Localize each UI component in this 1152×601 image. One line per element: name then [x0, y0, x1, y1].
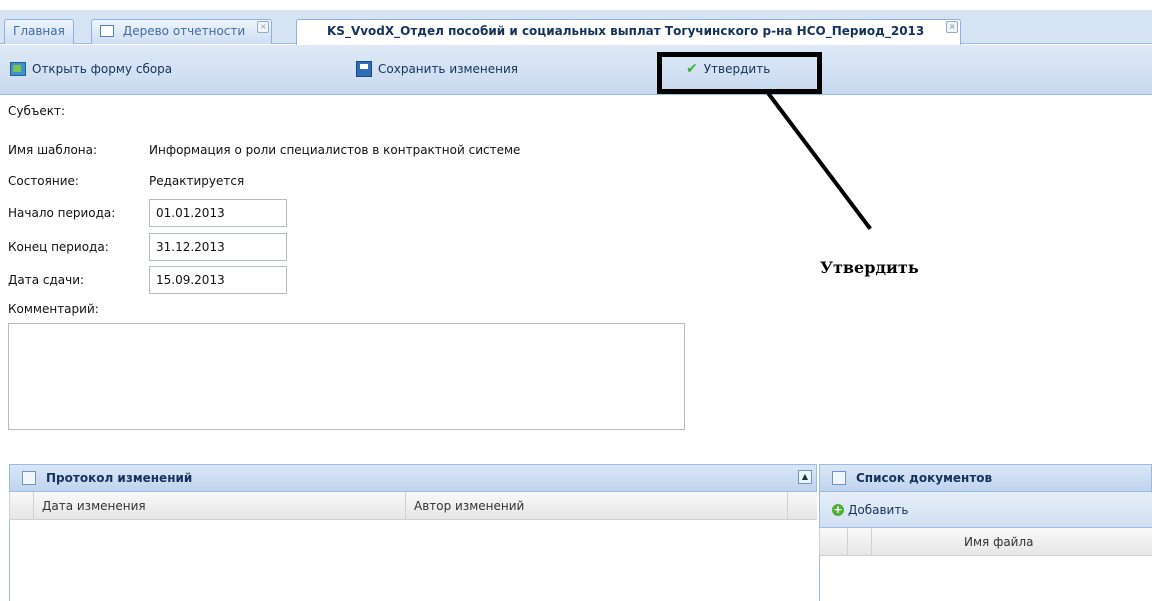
- history-panel-header: Протокол изменений ▲: [9, 464, 817, 492]
- column-header-label: Автор изменений: [414, 499, 525, 513]
- period-end-label: Конец периода:: [8, 240, 109, 254]
- open-form-label: Открыть форму сбора: [32, 62, 173, 76]
- checkbox-column: [848, 528, 872, 556]
- add-document-button[interactable]: Добавить: [848, 503, 908, 517]
- documents-toolbar: + Добавить: [819, 492, 1152, 528]
- top-strip: [0, 0, 1152, 10]
- add-icon: +: [832, 502, 844, 516]
- toolbar: Открыть форму сбора Сохранить изменения …: [0, 45, 1152, 95]
- panel-icon: [22, 471, 36, 485]
- documents-grid-body: [819, 556, 1152, 601]
- open-form-icon: [10, 62, 26, 76]
- tab-bar: Главная Дерево отчетности × KS_VvodX_Отд…: [0, 10, 1152, 45]
- annotation-arrow-line: [766, 91, 872, 230]
- state-label: Состояние:: [8, 174, 79, 188]
- documents-panel-title: Список документов: [856, 471, 993, 485]
- period-start-field[interactable]: 01.01.2013: [149, 199, 287, 227]
- open-form-button[interactable]: Открыть форму сбора: [10, 59, 172, 79]
- period-start-label: Начало периода:: [8, 206, 116, 220]
- comment-label: Комментарий:: [8, 302, 99, 316]
- tab-home-label: Главная: [13, 24, 65, 38]
- column-header-label: Дата изменения: [42, 499, 146, 513]
- save-icon: [356, 61, 372, 77]
- template-value: Информация о роли специалистов в контрак…: [149, 143, 521, 157]
- tab-home[interactable]: Главная: [4, 19, 74, 44]
- tab-report-tree[interactable]: Дерево отчетности ×: [91, 19, 273, 44]
- close-icon[interactable]: ×: [257, 21, 270, 33]
- annotation-text: Утвердить: [820, 258, 919, 277]
- list-icon: [100, 25, 114, 37]
- panel-icon: [832, 471, 846, 485]
- column-header[interactable]: Дата изменения: [34, 492, 406, 520]
- row-number-column: [10, 492, 34, 520]
- save-label: Сохранить изменения: [378, 62, 519, 76]
- annotation-highlight-box: [657, 52, 822, 94]
- documents-grid-header: Имя файла: [819, 528, 1152, 556]
- close-icon[interactable]: ×: [946, 21, 959, 33]
- history-grid-header: Дата изменения Автор изменений: [9, 492, 817, 520]
- state-value: Редактируется: [149, 174, 245, 188]
- row-number-column: [820, 528, 848, 556]
- column-header[interactable]: Имя файла: [872, 528, 1152, 556]
- comment-textarea[interactable]: [8, 323, 685, 430]
- template-label: Имя шаблона:: [8, 143, 98, 157]
- save-button[interactable]: Сохранить изменения: [356, 59, 518, 79]
- due-date-label: Дата сдачи:: [8, 273, 85, 287]
- subject-label: Субъект:: [8, 104, 66, 118]
- period-end-field[interactable]: 31.12.2013: [149, 233, 287, 261]
- documents-panel-header: Список документов: [819, 464, 1152, 492]
- history-panel-title: Протокол изменений: [46, 471, 193, 485]
- history-grid-body: [9, 520, 817, 601]
- column-header-label: Имя файла: [964, 535, 1034, 549]
- column-header[interactable]: Автор изменений: [406, 492, 788, 520]
- tab-report-tree-label: Дерево отчетности: [122, 24, 246, 38]
- due-date-field[interactable]: 15.09.2013: [149, 266, 287, 294]
- collapse-up-icon[interactable]: ▲: [798, 470, 812, 484]
- tab-form-label: KS_VvodX_Отдел пособий и социальных выпл…: [327, 24, 925, 38]
- tab-form[interactable]: KS_VvodX_Отдел пособий и социальных выпл…: [296, 19, 962, 45]
